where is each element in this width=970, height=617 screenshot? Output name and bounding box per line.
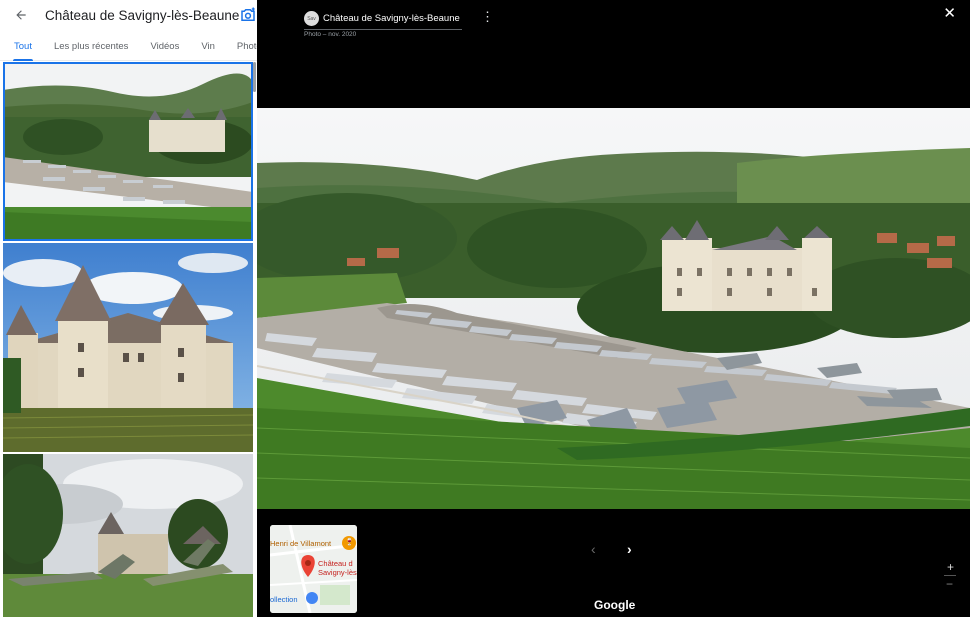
tab-photos[interactable]: Photos — [237, 41, 257, 60]
photos-panel: Château de Savigny-lès-Beaune Tout Les p… — [0, 0, 257, 617]
map-label-collection: ollection — [270, 595, 298, 604]
back-arrow-icon[interactable] — [14, 6, 28, 24]
photo-thumbnail-castle[interactable] — [3, 243, 253, 452]
google-attribution: Google — [594, 598, 636, 612]
previous-photo-button[interactable]: ‹ — [591, 541, 596, 557]
zoom-out-button[interactable]: − — [946, 578, 953, 590]
map-label-savigny: Savigny-lès — [318, 568, 357, 577]
more-options-icon[interactable]: ⋮ — [481, 10, 494, 23]
tab-recentes[interactable]: Les plus récentes — [54, 41, 128, 60]
zoom-in-button[interactable]: + — [947, 561, 954, 573]
wine-icon: 🍷 — [345, 539, 354, 546]
map-label-villamont: Henri de Villamont — [270, 539, 332, 548]
zoom-divider — [944, 575, 956, 576]
place-title: Château de Savigny-lès-Beaune — [45, 7, 240, 23]
photo-date: Photo – nov. 2020 — [304, 31, 357, 38]
contributor-title: Château de Savigny-lès-Beaune — [323, 13, 460, 24]
app: Château de Savigny-lès-Beaune Tout Les p… — [0, 0, 970, 617]
tab-vin[interactable]: Vin — [201, 41, 215, 60]
tab-videos[interactable]: Vidéos — [150, 41, 179, 60]
panel-scrollbar[interactable] — [253, 62, 256, 92]
next-photo-button[interactable]: › — [627, 541, 632, 557]
close-icon[interactable]: ✕ — [943, 4, 956, 22]
photo-tabs: Tout Les plus récentes Vidéos Vin Photos — [0, 30, 257, 61]
photo-thumbnail-aerial[interactable] — [3, 62, 253, 241]
photo-thumbnail-jets[interactable] — [3, 454, 253, 617]
tab-tout[interactable]: Tout — [13, 41, 33, 61]
main-photo[interactable] — [257, 108, 970, 509]
camera-add-icon[interactable] — [239, 6, 257, 24]
photo-viewer: Sav Château de Savigny-lès-Beaune ⋮ Phot… — [257, 0, 970, 617]
panel-header: Château de Savigny-lès-Beaune — [0, 0, 257, 30]
contributor-avatar: Sav — [304, 11, 319, 26]
contributor-header[interactable]: Sav Château de Savigny-lès-Beaune — [304, 8, 462, 30]
location-minimap[interactable]: 🍷 Henri de Villamont Château d Savigny-l… — [270, 525, 357, 613]
map-label-chateau: Château d — [318, 559, 353, 568]
